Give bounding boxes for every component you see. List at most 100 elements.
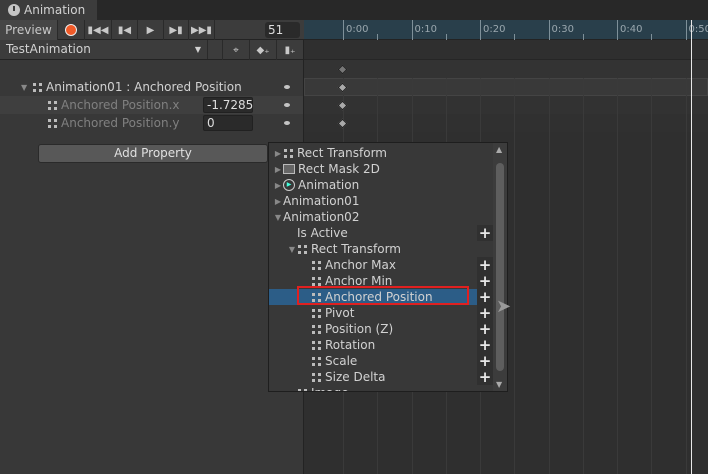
scroll-thumb[interactable] <box>496 163 504 371</box>
popup-scrollbar[interactable]: ▲ ▼ <box>493 143 507 391</box>
keyframe-dot-icon[interactable] <box>284 121 290 125</box>
popup-item[interactable]: Position (Z) <box>269 321 493 337</box>
ruler-major-tick <box>617 20 618 40</box>
frame-field[interactable]: 51 <box>265 22 300 38</box>
property-row-x[interactable]: Anchored Position.x -1.7285 <box>0 96 303 114</box>
rect-transform-icon <box>297 244 308 255</box>
ruler-tick-label: 0:10 <box>414 24 437 35</box>
popup-item[interactable]: Size Delta <box>269 369 493 385</box>
rect-transform-icon <box>311 372 322 383</box>
expanded-arrow-icon[interactable]: ▼ <box>287 245 297 254</box>
rect-transform-icon <box>311 260 322 271</box>
play-button[interactable]: ▶ <box>138 20 164 40</box>
record-icon <box>65 24 77 36</box>
rect-transform-icon <box>311 324 322 335</box>
timeline-ruler[interactable]: 0:00 0:10 0:20 0:30 0:40 0:50 <box>304 20 708 40</box>
filter-keyframes-button[interactable]: ⌖ <box>222 40 250 60</box>
add-icon[interactable]: + <box>477 337 493 353</box>
popup-item[interactable]: ▶ Rect Mask 2D <box>269 161 493 177</box>
rect-transform-icon <box>32 82 43 93</box>
clock-icon <box>8 4 20 16</box>
collapsed-arrow-icon[interactable]: ▶ <box>273 181 283 190</box>
add-icon[interactable]: + <box>477 273 493 289</box>
ruler-major-tick <box>685 20 687 40</box>
expand-arrow-icon: ▼ <box>21 82 28 92</box>
last-key-button[interactable]: ▶▶▮ <box>189 20 215 40</box>
add-event-icon: ▮₊ <box>284 44 296 56</box>
expanded-arrow-icon[interactable]: ▼ <box>273 213 283 222</box>
property-value-y[interactable]: 0 <box>203 115 253 131</box>
keyframe-dot-icon[interactable] <box>284 103 290 107</box>
skip-end-icon: ▶▶▮ <box>191 24 212 36</box>
popup-item-label: Is Active <box>297 226 348 240</box>
playhead[interactable] <box>691 20 692 474</box>
chevron-down-icon: ▼ <box>194 45 201 54</box>
scroll-up-icon[interactable]: ▲ <box>496 145 502 154</box>
popup-item-label: Animation <box>298 178 360 192</box>
first-key-button[interactable]: ▮◀◀ <box>85 20 112 40</box>
popup-item-label: Size Delta <box>325 370 386 384</box>
crosshair-icon: ⌖ <box>233 44 239 56</box>
popup-item[interactable]: ▶ Animation01 <box>269 193 493 209</box>
ruler-major-tick <box>480 20 481 40</box>
add-icon[interactable]: + <box>477 369 493 385</box>
preview-button[interactable]: Preview <box>0 20 58 40</box>
tab-label: Animation <box>24 3 86 17</box>
ruler-tick-label: 0:30 <box>551 24 574 35</box>
add-property-button[interactable]: Add Property <box>38 144 268 163</box>
popup-item-label: Position (Z) <box>325 322 394 336</box>
ruler-tick-label: 0:40 <box>620 24 643 35</box>
add-icon[interactable]: + <box>477 257 493 273</box>
collapsed-arrow-icon[interactable]: ▶ <box>273 165 283 174</box>
add-icon[interactable]: + <box>477 225 493 241</box>
ruler-tick-label: 0:20 <box>483 24 506 35</box>
play-icon: ▶ <box>146 24 155 36</box>
tab-animation[interactable]: Animation <box>0 0 97 20</box>
property-label: Anchored Position.x <box>61 98 180 112</box>
scroll-down-icon[interactable]: ▼ <box>496 380 502 389</box>
popup-item[interactable]: ▼ Animation02 <box>269 209 493 225</box>
add-icon[interactable]: + <box>477 289 493 305</box>
event-row <box>304 40 708 60</box>
popup-item[interactable]: Image <box>269 385 493 391</box>
popup-item[interactable]: Is Active <box>269 225 493 241</box>
add-keyframe-button[interactable]: ◆₊ <box>250 40 277 60</box>
rect-transform-icon <box>311 340 322 351</box>
ruler-major-tick <box>548 20 550 40</box>
popup-item-label: Animation01 <box>283 194 360 208</box>
rect-transform-icon <box>297 388 308 391</box>
collapsed-arrow-icon[interactable]: ▶ <box>273 197 283 206</box>
prev-key-button[interactable]: ▮◀ <box>112 20 138 40</box>
popup-item[interactable]: Scale <box>269 353 493 369</box>
property-label: Anchored Position.y <box>61 116 180 130</box>
grid-line <box>651 78 653 474</box>
popup-item-label: Image <box>311 386 349 391</box>
key-row-y <box>304 114 708 132</box>
popup-item[interactable]: ▼ Rect Transform <box>269 241 493 257</box>
property-row-y[interactable]: Anchored Position.y 0 <box>0 114 303 132</box>
popup-item[interactable]: Anchor Max <box>269 257 493 273</box>
popup-item-label: Anchor Max <box>325 258 396 272</box>
popup-item[interactable]: ▶ ▶ Animation <box>269 177 493 193</box>
property-group-row[interactable]: ▼ Animation01 : Anchored Position <box>0 78 303 96</box>
rect-transform-icon <box>311 356 322 367</box>
ruler-major-tick <box>343 20 344 40</box>
popup-item[interactable]: Pivot <box>269 305 493 321</box>
clip-dropdown[interactable]: TestAnimation ▼ <box>0 40 208 59</box>
record-button[interactable] <box>58 20 85 40</box>
rect-transform-icon <box>47 118 58 129</box>
next-key-button[interactable]: ▶▮ <box>164 20 189 40</box>
ruler-tick-label: 0:00 <box>346 24 369 35</box>
popup-item[interactable]: ▶ Rect Transform <box>269 145 493 161</box>
animation-icon: ▶ <box>283 179 295 191</box>
add-icon[interactable]: + <box>477 321 493 337</box>
add-icon[interactable]: + <box>477 353 493 369</box>
rect-mask-icon <box>283 164 295 174</box>
add-icon[interactable]: + <box>477 305 493 321</box>
popup-item[interactable]: Rotation <box>269 337 493 353</box>
collapsed-arrow-icon[interactable]: ▶ <box>273 149 283 158</box>
property-value-x[interactable]: -1.7285 <box>203 97 253 113</box>
add-event-button[interactable]: ▮₊ <box>277 40 304 60</box>
add-keyframe-icon: ◆₊ <box>256 44 270 56</box>
keyframe-dot-icon[interactable] <box>284 85 290 89</box>
